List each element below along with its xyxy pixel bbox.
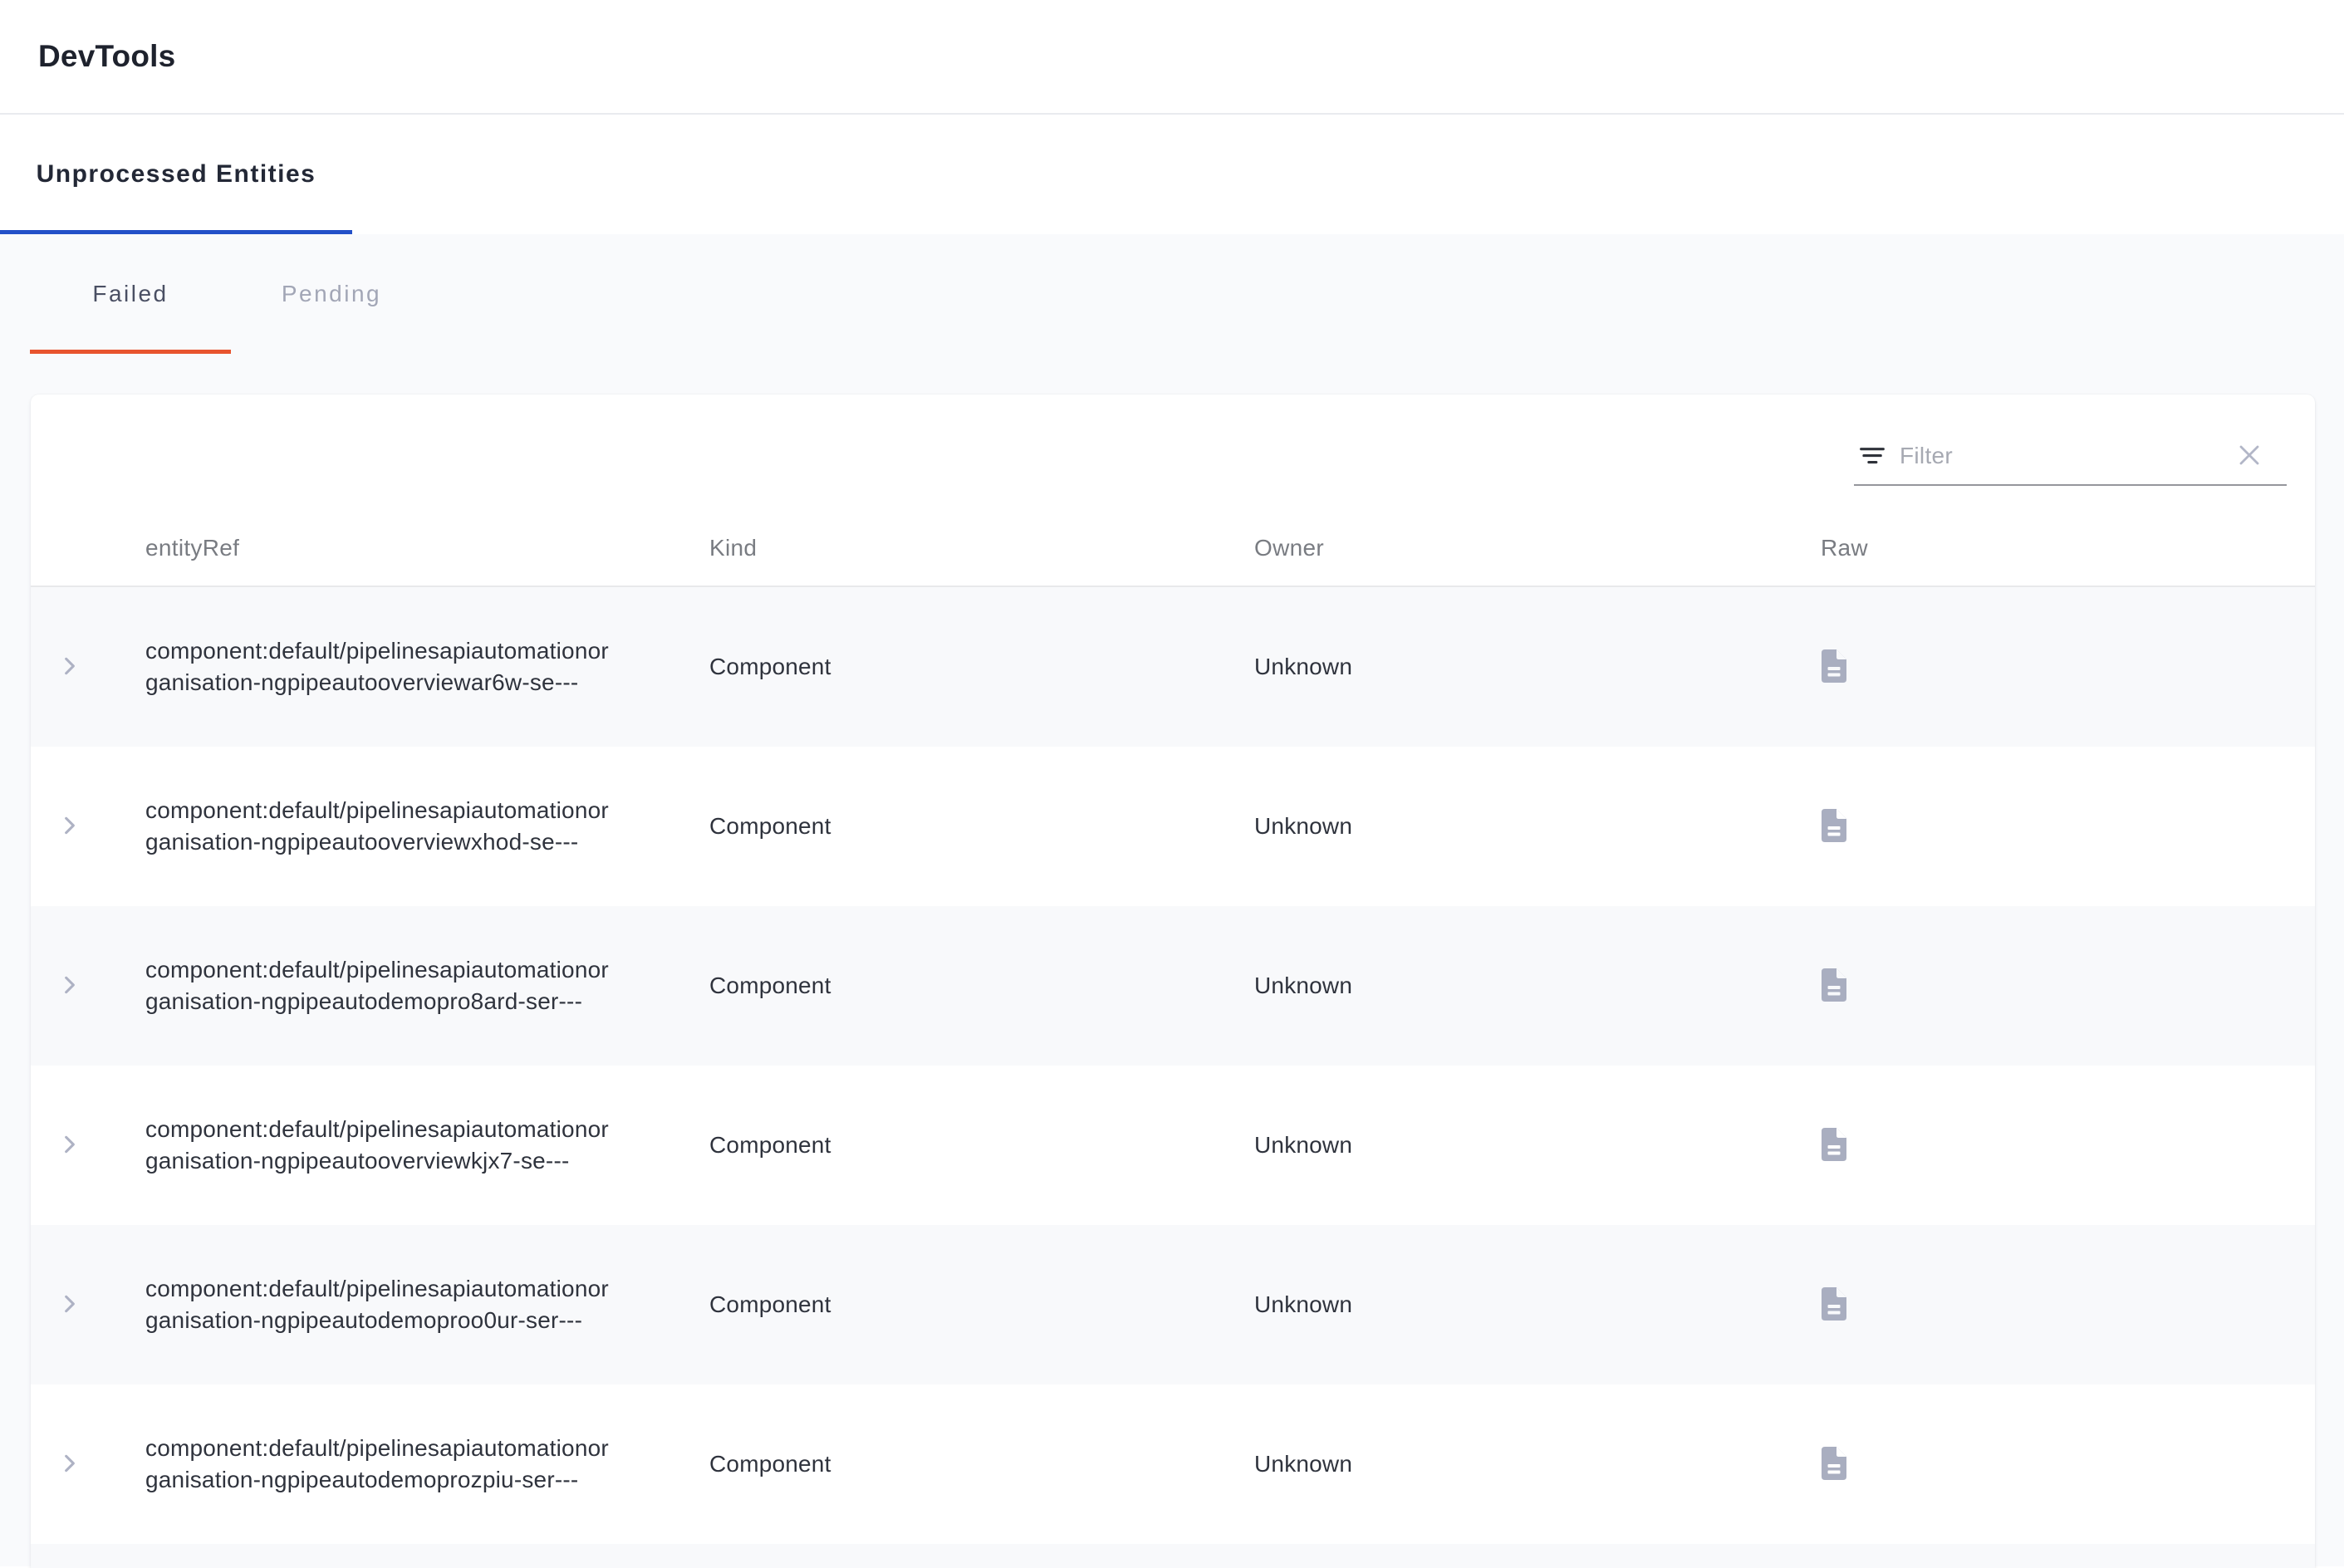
expand-row-button[interactable] xyxy=(56,1291,82,1320)
tab-pending[interactable]: Pending xyxy=(231,234,432,354)
kind-cell: Component xyxy=(709,1291,1254,1318)
active-subtab-indicator xyxy=(30,350,231,354)
entity-ref-text: component:default/pipelinesapiautomation… xyxy=(145,635,620,698)
entity-ref-text: component:default/pipelinesapiautomation… xyxy=(145,954,620,1017)
tab-unprocessed-entities[interactable]: Unprocessed Entities xyxy=(0,115,352,234)
column-header-raw: Raw xyxy=(1811,535,2315,561)
document-icon xyxy=(1821,1127,1847,1164)
owner-cell: Unknown xyxy=(1254,654,1811,680)
expand-row-button[interactable] xyxy=(56,812,82,841)
document-icon xyxy=(1821,1446,1847,1483)
chevron-right-icon xyxy=(56,1450,82,1479)
raw-document-button[interactable] xyxy=(1821,1286,1847,1324)
kind-cell: Component xyxy=(709,654,1254,680)
chevron-right-icon xyxy=(56,812,82,841)
expand-row-button[interactable] xyxy=(56,1131,82,1160)
entity-ref-text: component:default/pipelinesapiautomation… xyxy=(145,795,620,858)
column-header-kind: Kind xyxy=(709,535,1254,561)
expand-row-button[interactable] xyxy=(56,972,82,1001)
column-header-entityref: entityRef xyxy=(145,535,709,561)
spacer xyxy=(0,354,2344,394)
table-toolbar xyxy=(31,394,2315,510)
pending-tab-label: Pending xyxy=(282,281,381,307)
kind-cell: Component xyxy=(709,1132,1254,1159)
column-header-owner: Owner xyxy=(1254,535,1811,561)
owner-cell: Unknown xyxy=(1254,1451,1811,1477)
main-tab-bar: Unprocessed Entities xyxy=(0,115,2344,234)
entity-ref-text: component:default/pipelinesapiautomation… xyxy=(145,1114,620,1177)
owner-cell: Unknown xyxy=(1254,1132,1811,1159)
kind-cell: Component xyxy=(709,973,1254,999)
tab-failed[interactable]: Failed xyxy=(30,234,231,354)
document-icon xyxy=(1821,649,1847,686)
chevron-right-icon xyxy=(56,972,82,1001)
app-header: DevTools xyxy=(0,0,2344,115)
raw-document-button[interactable] xyxy=(1821,649,1847,686)
content-area: Failed Pending xyxy=(0,234,2344,1566)
table-row: component:default/pipelinesapiautomation… xyxy=(31,1066,2315,1225)
main-tab-label: Unprocessed Entities xyxy=(37,160,316,189)
table-body: component:default/pipelinesapiautomation… xyxy=(31,587,2315,1568)
failed-tab-label: Failed xyxy=(92,281,168,307)
raw-document-button[interactable] xyxy=(1821,968,1847,1005)
filter-field xyxy=(1854,428,2287,486)
document-icon xyxy=(1821,808,1847,845)
table-header-row: entityRef Kind Owner Raw xyxy=(31,510,2315,587)
owner-cell: Unknown xyxy=(1254,973,1811,999)
chevron-right-icon xyxy=(56,1131,82,1160)
expand-row-button[interactable] xyxy=(56,653,82,682)
entity-ref-text: component:default/pipelinesapiautomation… xyxy=(145,1273,620,1336)
table-row: component:default/pipelinesapiautomation… xyxy=(31,1384,2315,1544)
chevron-right-icon xyxy=(56,653,82,682)
table-row: component:default/pipelinesapiautomation… xyxy=(31,1225,2315,1384)
clear-filter-button[interactable] xyxy=(2236,442,2263,471)
kind-cell: Component xyxy=(709,1451,1254,1477)
chevron-right-icon xyxy=(56,1291,82,1320)
table-row-partial xyxy=(31,1544,2315,1568)
document-icon xyxy=(1821,1286,1847,1324)
page-title: DevTools xyxy=(38,39,175,74)
table-row: component:default/pipelinesapiautomation… xyxy=(31,906,2315,1066)
document-icon xyxy=(1821,968,1847,1005)
table-row: component:default/pipelinesapiautomation… xyxy=(31,587,2315,747)
close-icon xyxy=(2236,442,2263,471)
filter-list-icon xyxy=(1858,442,1886,470)
expand-row-button[interactable] xyxy=(56,1450,82,1479)
raw-document-button[interactable] xyxy=(1821,1446,1847,1483)
owner-cell: Unknown xyxy=(1254,1291,1811,1318)
failed-entities-card: entityRef Kind Owner Raw component:defau… xyxy=(31,394,2315,1568)
status-tab-bar: Failed Pending xyxy=(0,234,2344,354)
kind-cell: Component xyxy=(709,813,1254,840)
entity-ref-text: component:default/pipelinesapiautomation… xyxy=(145,1433,620,1496)
table-row: component:default/pipelinesapiautomation… xyxy=(31,747,2315,906)
raw-document-button[interactable] xyxy=(1821,1127,1847,1164)
raw-document-button[interactable] xyxy=(1821,808,1847,845)
filter-input[interactable] xyxy=(1900,443,2236,469)
owner-cell: Unknown xyxy=(1254,813,1811,840)
